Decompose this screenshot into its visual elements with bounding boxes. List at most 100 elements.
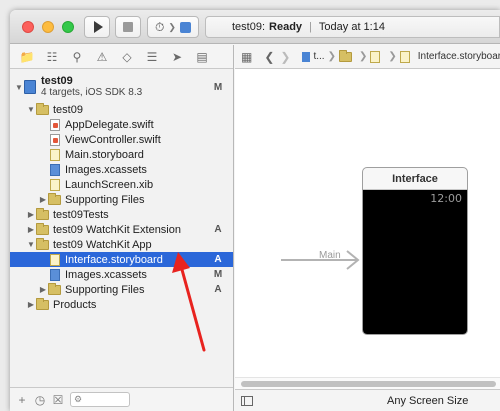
storyboard-file-icon [399,50,410,63]
asset-catalog-icon [50,163,60,176]
chevron-right-icon: ❯ [388,51,397,62]
tree-row-label: AppDelegate.swift [65,118,154,131]
tree-row-file[interactable]: ViewController.swift [10,132,233,147]
swift-file-icon [50,118,60,131]
scm-badge: A [214,224,222,235]
asset-catalog-icon [50,268,60,281]
tree-row-label: test09 [53,103,83,116]
tree-row-file[interactable]: Images.xcassets [10,162,233,177]
scroll-thumb[interactable] [241,381,496,387]
tree-row-label: test09Tests [53,208,109,221]
breadcrumb-item[interactable]: t... [313,51,324,62]
related-items-icon[interactable]: ▦ [241,50,252,64]
disclosure-closed-icon[interactable]: ▶ [26,300,36,309]
navigator-footer: + ◷ ☒ ⚙ [10,387,233,411]
hierarchy-icon[interactable]: ☷ [43,49,61,65]
storyboard-file-icon [50,148,60,161]
tree-row-file[interactable]: AppDelegate.swift [10,117,233,132]
folder-icon [36,222,49,235]
scene-title: Interface [363,168,467,190]
watch-icon: ⏱ [155,19,165,34]
tree-row-group[interactable]: ▼ test09 WatchKit App [10,237,233,252]
filter-field[interactable]: ⚙ [70,392,130,407]
tree-row-file-selected[interactable]: Interface.storyboard A [10,252,233,267]
test-icon[interactable]: ◇ [118,49,136,65]
breakpoint-icon[interactable]: ➤ [168,49,186,65]
interface-controller-scene[interactable]: Interface 12:00 [362,167,468,335]
folder-icon [36,207,49,220]
debug-icon[interactable]: ☰ [143,49,161,65]
folder-icon [36,102,49,115]
folder-icon[interactable]: 📁 [18,49,36,65]
xcode-window: ⏱ ❯ test09: Ready | Today at 1:14 📁 ☷ ⚲ … [10,10,500,411]
scm-icon[interactable]: ☒ [52,393,64,407]
jump-bar: ▦ ❮ ❯ t... ❯ ❯ ❯ Interface.storyboard [235,45,500,69]
tree-row-group[interactable]: ▼ test09 [10,102,233,117]
chevron-right-icon: ❯ [327,51,336,62]
status-state: Ready [269,21,303,33]
clock-icon[interactable]: ◷ [34,393,46,407]
minimize-window-button[interactable] [42,21,54,33]
storyboard-editor: ▦ ❮ ❯ t... ❯ ❯ ❯ Interface.storyboard Ma… [235,45,500,411]
navigator-tabs: 📁 ☷ ⚲ ⚠ ◇ ☰ ➤ ▤ [10,45,233,69]
tree-row-group[interactable]: ▶ test09 WatchKit Extension A [10,222,233,237]
tree-row-group[interactable]: ▶ test09Tests [10,207,233,222]
tree-row-project[interactable]: ▼ test09 4 targets, iOS SDK 8.3 M [10,74,233,100]
disclosure-closed-icon[interactable]: ▶ [38,195,48,204]
document-outline-icon[interactable] [241,395,253,406]
tree-row-group[interactable]: ▶ Products [10,297,233,312]
size-class-control[interactable]: Any Screen Size [387,395,468,407]
filter-icon: ⚙ [74,394,83,404]
disclosure-open-icon[interactable]: ▼ [26,240,36,249]
tree-row-label: Main.storyboard [65,148,144,161]
tree-row-file[interactable]: Main.storyboard [10,147,233,162]
warning-icon[interactable]: ⚠ [93,49,111,65]
tree-row-label: Products [53,298,97,311]
back-icon[interactable]: ❮ [264,50,274,64]
tree-row-file[interactable]: LaunchScreen.xib [10,177,233,192]
tree-row-group[interactable]: ▶ Supporting Files A [10,282,233,297]
tree-row-file[interactable]: Images.xcassets M [10,267,233,282]
horizontal-scrollbar[interactable] [235,377,500,389]
tree-row-label: Supporting Files [65,283,145,296]
scm-badge: A [214,284,222,295]
status-time: Today at 1:14 [318,21,385,33]
folder-icon [36,297,49,310]
editor-footer: Any Screen Size [235,389,500,411]
swift-file-icon [50,133,60,146]
disclosure-open-icon[interactable]: ▼ [14,83,24,92]
status-separator: | [309,21,312,33]
toolbar: ⏱ ❯ test09: Ready | Today at 1:14 [10,10,500,44]
breadcrumb-item[interactable]: Interface.storyboard [418,51,500,62]
folder-icon [36,237,49,250]
run-button[interactable] [84,16,110,38]
folder-icon [48,282,61,295]
close-window-button[interactable] [22,21,34,33]
tree-row-label: LaunchScreen.xib [65,178,154,191]
watch-screen[interactable]: 12:00 [363,190,467,334]
scm-badge: A [214,254,222,265]
plus-icon[interactable]: + [16,393,28,407]
breadcrumb: t... ❯ ❯ ❯ Interface.storyboard [302,49,500,63]
storyboard-canvas[interactable]: Main Interface 12:00 [235,70,500,389]
entry-point-label: Main [319,250,341,261]
watch-time: 12:00 [430,192,462,205]
disclosure-closed-icon[interactable]: ▶ [26,210,36,219]
disclosure-open-icon[interactable]: ▼ [26,105,36,114]
tree-row-label: Images.xcassets [65,268,147,281]
folder-icon [338,49,352,62]
report-icon[interactable]: ▤ [193,49,211,65]
tree-row-group[interactable]: ▶ Supporting Files [10,192,233,207]
zoom-window-button[interactable] [62,21,74,33]
scheme-selector[interactable]: ⏱ ❯ [147,16,199,38]
tree-row-label: test09 WatchKit App [53,238,152,251]
disclosure-closed-icon[interactable]: ▶ [38,285,48,294]
forward-icon[interactable]: ❯ [280,50,290,64]
stop-button[interactable] [115,16,141,38]
search-icon[interactable]: ⚲ [68,49,86,65]
disclosure-closed-icon[interactable]: ▶ [26,225,36,234]
activity-status: test09: Ready | Today at 1:14 [205,16,500,38]
tree-row-label: Supporting Files [65,193,145,206]
tree-row-label: ViewController.swift [65,133,161,146]
folder-icon [48,192,61,205]
